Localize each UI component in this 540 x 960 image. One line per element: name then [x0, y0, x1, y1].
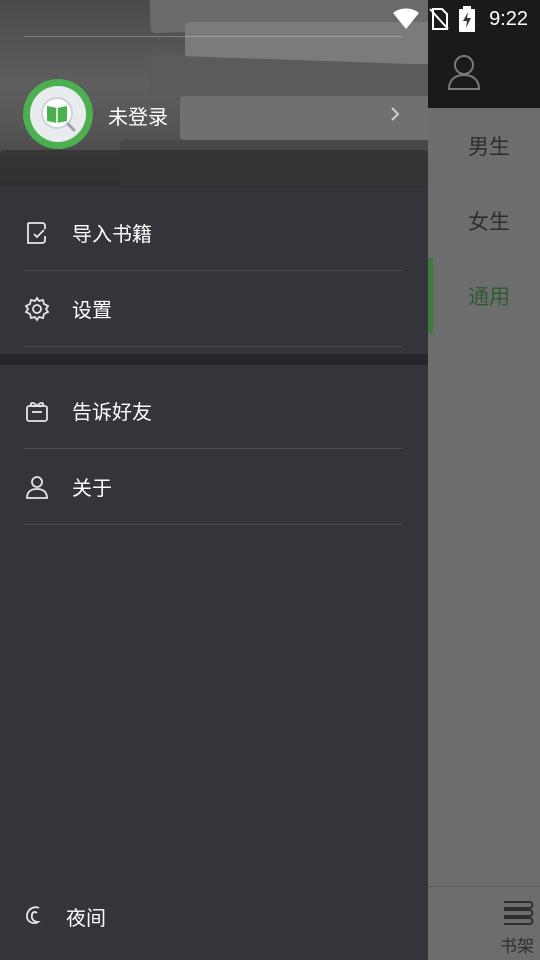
- bookshelf-icon[interactable]: [500, 896, 536, 930]
- login-status-text[interactable]: 未登录: [108, 101, 168, 130]
- avatar[interactable]: [23, 79, 93, 149]
- section-divider: [0, 354, 428, 365]
- moon-icon: [22, 903, 46, 931]
- menu-item-label: 导入书籍: [72, 222, 152, 246]
- status-bar: 9:22: [0, 0, 540, 36]
- chevron-right-icon[interactable]: [388, 104, 402, 124]
- wifi-icon: [393, 8, 420, 29]
- battery-charging-icon: [459, 6, 476, 32]
- menu-item-about[interactable]: 关于: [24, 449, 402, 525]
- gear-icon: [24, 295, 50, 322]
- tab-male[interactable]: 男生: [428, 108, 540, 183]
- tab-general[interactable]: 通用: [428, 258, 540, 333]
- category-tabs: 男生 女生 通用: [428, 108, 540, 333]
- menu-item-label: 设置: [72, 298, 112, 322]
- menu-item-label: 告诉好友: [72, 400, 152, 424]
- tab-female[interactable]: 女生: [428, 183, 540, 258]
- bookshelf-nav-label[interactable]: 书架: [500, 932, 534, 957]
- menu-item-tell-friends[interactable]: 告诉好友: [24, 373, 402, 449]
- user-icon[interactable]: [446, 52, 482, 92]
- menu-item-label: 关于: [72, 476, 112, 500]
- night-mode-label: 夜间: [66, 906, 106, 930]
- no-sim-icon: [429, 8, 449, 30]
- navigation-drawer: 未登录 导入书籍 设置 告诉好友 关于 夜间: [0, 0, 428, 960]
- header-divider: [24, 36, 402, 37]
- menu-item-settings[interactable]: 设置: [24, 271, 402, 347]
- import-book-icon: [24, 220, 50, 246]
- night-mode-toggle[interactable]: 夜间: [22, 902, 106, 931]
- book-search-icon: [41, 97, 76, 132]
- gift-share-icon: [24, 398, 50, 424]
- person-icon: [24, 474, 50, 500]
- menu-item-import-books[interactable]: 导入书籍: [24, 195, 402, 271]
- status-time: 9:22: [489, 7, 528, 30]
